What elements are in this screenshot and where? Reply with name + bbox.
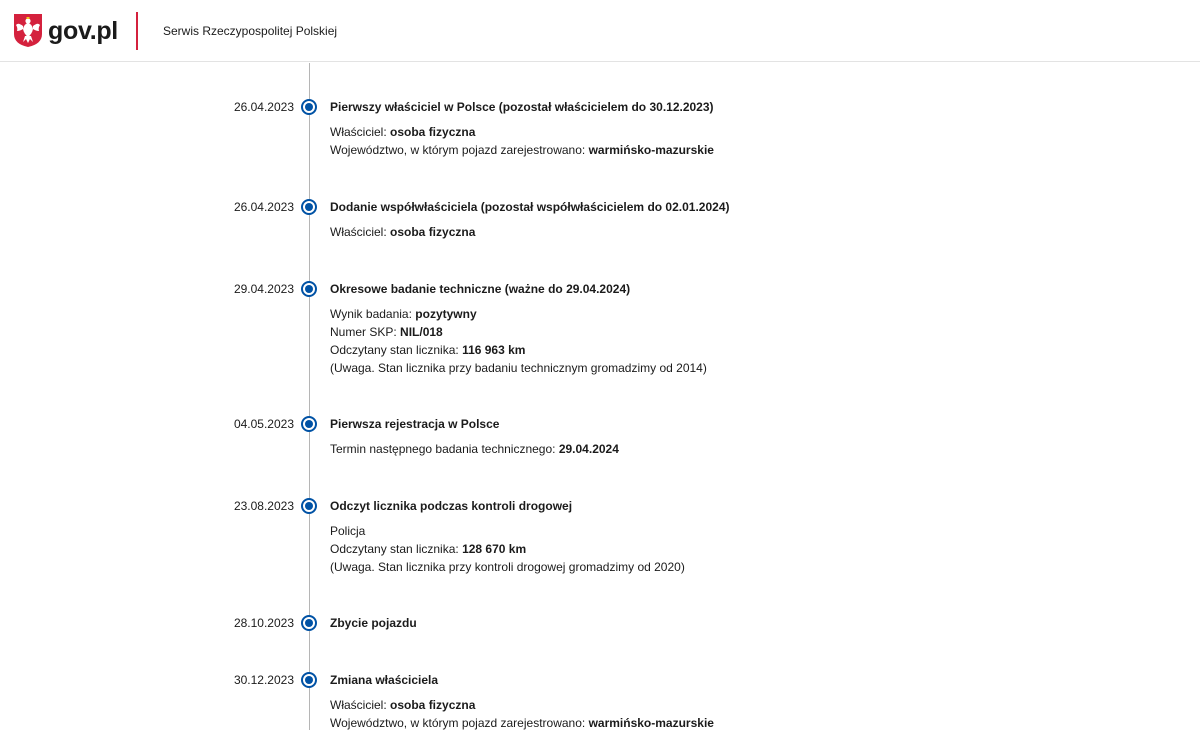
timeline-dot-icon [301, 281, 317, 297]
header-divider [136, 12, 138, 50]
event-detail-line: Właściciel: osoba fizyczna [330, 123, 1150, 141]
event-date: 26.04.2023 [233, 200, 294, 214]
event-detail-line: Odczytany stan licznika: 128 670 km [330, 540, 1150, 558]
event-detail-line: Województwo, w którym pojazd zarejestrow… [330, 141, 1150, 159]
event-date: 30.12.2023 [233, 673, 294, 687]
event-detail-label: Numer SKP: [330, 325, 401, 339]
event-detail-value: warmińsko-mazurskie [588, 716, 714, 730]
timeline-dot-icon [301, 498, 317, 514]
event-body: Okresowe badanie techniczne (ważne do 29… [330, 280, 1150, 377]
event-date: 23.08.2023 [233, 499, 294, 513]
event-title: Odczyt licznika podczas kontroli drogowe… [330, 499, 573, 513]
event-detail-label: Termin następnego badania technicznego: [330, 442, 559, 456]
event-title: Dodanie współwłaściciela (pozostał współ… [330, 200, 730, 214]
event-body: Dodanie współwłaściciela (pozostał współ… [330, 198, 1150, 241]
event-detail-line: Numer SKP: NIL/018 [330, 323, 1150, 341]
event-detail-label: (Uwaga. Stan licznika przy badaniu techn… [330, 361, 707, 375]
event-detail-value: pozytywny [415, 307, 477, 321]
event-detail-label: Właściciel: [330, 225, 391, 239]
event-title: Pierwsza rejestracja w Polsce [330, 417, 500, 431]
timeline-dot-icon [301, 615, 317, 631]
event-body: Zmiana właściciela Właściciel: osoba fizy… [330, 671, 1150, 732]
site-header: gov.pl Serwis Rzeczypospolitej Polskiej [0, 0, 1200, 62]
event-detail-line: Termin następnego badania technicznego: … [330, 440, 1150, 458]
event-detail-line: Właściciel: osoba fizyczna [330, 223, 1150, 241]
event-detail-value: 128 670 km [462, 542, 527, 556]
event-detail-line: Właściciel: osoba fizyczna [330, 696, 1150, 714]
event-title: Zmiana właściciela [330, 673, 439, 687]
event-detail-label: Odczytany stan licznika: [330, 542, 463, 556]
event-date: 29.04.2023 [233, 282, 294, 296]
event-detail-value: 116 963 km [462, 343, 526, 357]
polish-eagle-emblem-icon[interactable] [12, 12, 44, 48]
event-date: 04.05.2023 [233, 417, 294, 431]
event-detail-label: Policja [330, 524, 366, 538]
event-detail-line: (Uwaga. Stan licznika przy badaniu techn… [330, 359, 1150, 377]
event-detail-line: Wynik badania: pozytywny [330, 305, 1150, 323]
service-name: Serwis Rzeczypospolitej Polskiej [163, 24, 338, 38]
event-detail-label: Województwo, w którym pojazd zarejestrow… [330, 143, 589, 157]
event-detail-value: 29.04.2024 [558, 442, 619, 456]
event-detail-label: (Uwaga. Stan licznika przy kontroli drog… [330, 560, 685, 574]
event-detail-line: (Uwaga. Stan licznika przy kontroli drog… [330, 558, 1150, 576]
event-body: Pierwszy właściciel w Polsce (pozostał w… [330, 98, 1150, 159]
event-body: Pierwsza rejestracja w Polsce Termin nast… [330, 415, 1150, 458]
event-title: Zbycie pojazdu [330, 616, 417, 630]
event-title: Pierwszy właściciel w Polsce (pozostał w… [330, 100, 714, 114]
event-date: 26.04.2023 [233, 100, 294, 114]
brand-name[interactable]: gov.pl [48, 15, 118, 47]
event-detail-value: osoba fizyczna [390, 225, 476, 239]
event-title: Okresowe badanie techniczne (ważne do 29… [330, 282, 631, 296]
event-detail-line: Województwo, w którym pojazd zarejestrow… [330, 714, 1150, 732]
event-detail-value: warmińsko-mazurskie [588, 143, 714, 157]
event-detail-label: Województwo, w którym pojazd zarejestrow… [330, 716, 589, 730]
event-body: Odczyt licznika podczas kontroli drogowe… [330, 497, 1150, 576]
event-detail-label: Wynik badania: [330, 307, 416, 321]
event-detail-value: NIL/018 [400, 325, 443, 339]
timeline-dot-icon [301, 199, 317, 215]
timeline-dot-icon [301, 99, 317, 115]
event-detail-line: Policja [330, 522, 1150, 540]
event-detail-value: osoba fizyczna [390, 125, 476, 139]
event-detail-label: Odczytany stan licznika: [330, 343, 463, 357]
event-detail-label: Właściciel: [330, 125, 391, 139]
event-body: Zbycie pojazdu [330, 614, 1150, 639]
timeline-dot-icon [301, 416, 317, 432]
timeline-dot-icon [301, 672, 317, 688]
event-date: 28.10.2023 [233, 616, 294, 630]
event-detail-line: Odczytany stan licznika: 116 963 km [330, 341, 1150, 359]
event-detail-value: osoba fizyczna [390, 698, 476, 712]
event-detail-label: Właściciel: [330, 698, 391, 712]
